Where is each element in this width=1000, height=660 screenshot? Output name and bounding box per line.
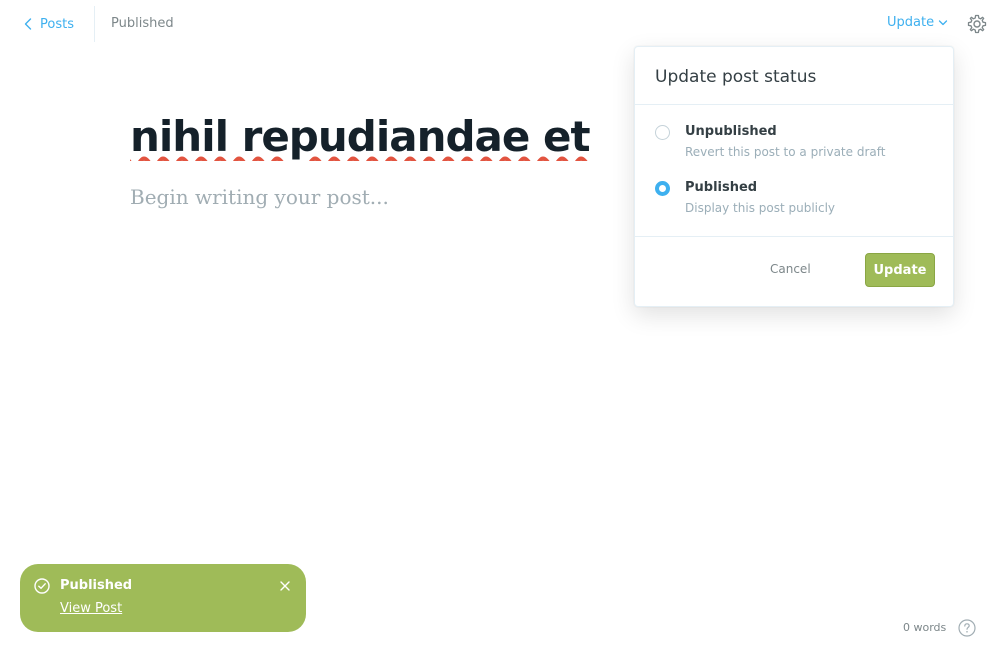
chevron-left-icon <box>24 18 32 30</box>
header-divider <box>94 6 95 42</box>
unpublished-option-title: Unpublished <box>685 124 777 139</box>
view-post-link[interactable]: View Post <box>60 601 122 616</box>
back-to-posts-link[interactable]: Posts <box>24 14 74 34</box>
update-button[interactable]: Update <box>865 253 935 287</box>
unpublished-option-description: Revert this post to a private draft <box>685 145 886 159</box>
notification-title: Published <box>60 578 133 593</box>
update-menu-trigger[interactable]: Update <box>887 15 948 30</box>
chevron-down-icon <box>938 19 948 25</box>
cancel-button[interactable]: Cancel <box>770 262 811 276</box>
gear-icon[interactable] <box>967 14 987 34</box>
update-trigger-label: Update <box>887 15 935 30</box>
help-icon[interactable] <box>958 619 976 637</box>
publish-menu-heading: Update post status <box>635 47 953 105</box>
published-radio[interactable] <box>655 181 670 196</box>
check-circle-icon <box>34 578 50 594</box>
published-notification: Published View Post <box>20 564 306 632</box>
post-status-label: Published <box>111 16 174 31</box>
back-link-label: Posts <box>40 16 74 32</box>
published-option-title: Published <box>685 180 758 195</box>
close-icon[interactable] <box>278 579 292 593</box>
post-body-editor[interactable]: Begin writing your post... <box>130 185 389 209</box>
published-option-description: Display this post publicly <box>685 201 836 215</box>
word-count: 0 words <box>903 621 947 634</box>
publish-menu-footer: Cancel Update <box>635 236 953 306</box>
post-title-input[interactable]: nihil repudiandae et <box>130 112 630 161</box>
publish-menu: Update post status Unpublished Revert th… <box>634 46 954 307</box>
editor-header: Posts Published Update <box>0 0 1000 48</box>
unpublished-radio[interactable] <box>655 125 670 140</box>
